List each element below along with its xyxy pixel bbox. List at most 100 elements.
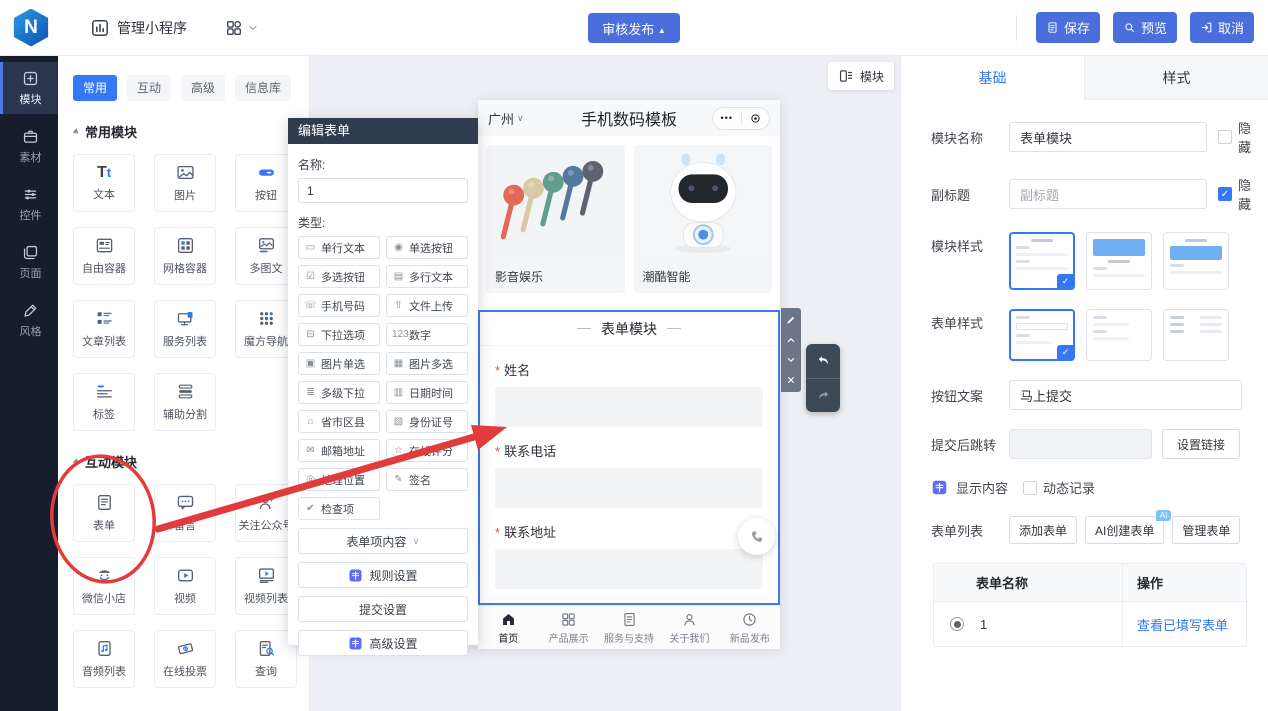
form-type-check-item[interactable]: ✔检查项	[298, 497, 380, 520]
edit-panel-button-2[interactable]: 提交设置	[298, 596, 468, 622]
cancel-button[interactable]: 取消	[1190, 12, 1254, 43]
module-card-audio-list[interactable]: 音频列表	[73, 630, 135, 688]
apps-grid-icon	[225, 19, 243, 37]
section-header-2[interactable]: 互动模块	[74, 452, 293, 471]
redirect-input[interactable]	[1009, 429, 1152, 459]
rail-item-module[interactable]: 模块	[0, 62, 58, 114]
subtitle-input[interactable]	[1009, 179, 1207, 209]
button-text-input[interactable]	[1009, 380, 1242, 410]
module-card-service-list[interactable]: 服务列表	[154, 300, 216, 358]
form-items-content-button[interactable]: 表单项内容∨	[298, 528, 468, 554]
rail-item-style[interactable]: 风格	[0, 294, 58, 346]
form-type-radio[interactable]: ◉单选按钮	[386, 236, 468, 259]
view-submissions-link[interactable]: 查看已填写表单	[1137, 615, 1228, 634]
save-button[interactable]: 保存	[1036, 12, 1100, 43]
location-selector[interactable]: 广州∨	[488, 109, 524, 128]
module-style-option-2[interactable]	[1086, 232, 1152, 290]
form-field-input-2[interactable]	[495, 468, 763, 508]
inspector-tab-2[interactable]: 样式	[1084, 56, 1268, 100]
edit-panel-button-3[interactable]: 高级设置	[298, 630, 468, 656]
form-list-button-3[interactable]: 管理表单	[1172, 516, 1240, 544]
module-panel-tab-2[interactable]: 互动	[127, 75, 171, 101]
rail-item-page[interactable]: 页面	[0, 236, 58, 288]
module-card-article-list[interactable]: 文章列表	[73, 300, 135, 358]
phone-tab-services[interactable]: 服务与支持	[599, 606, 659, 649]
undo-button[interactable]	[806, 344, 840, 378]
form-type-rating[interactable]: ☆在线评分	[386, 439, 468, 462]
phone-tab-products[interactable]: 产品展示	[538, 606, 598, 649]
form-style-option-3[interactable]	[1163, 309, 1229, 361]
form-type-single-text[interactable]: ▭单行文本	[298, 236, 380, 259]
module-panel-tab-4[interactable]: 信息库	[235, 75, 291, 101]
section-header-1[interactable]: 常用模块	[74, 122, 293, 141]
module-card-message[interactable]: 留言	[154, 484, 216, 542]
module-style-option-1[interactable]: ✓	[1009, 232, 1075, 290]
edit-module-button[interactable]	[781, 310, 801, 330]
form-module[interactable]: 表单模块 *姓名*联系电话*联系地址*咨询时间	[478, 310, 780, 605]
redo-button[interactable]	[806, 378, 840, 413]
form-name-input[interactable]	[298, 178, 468, 203]
module-card-image[interactable]: 图片	[154, 154, 216, 212]
form-type-signature[interactable]: ✎签名	[386, 468, 468, 491]
set-link-button[interactable]: 设置链接	[1162, 429, 1240, 459]
module-card-free-container[interactable]: 自由容器	[73, 227, 135, 285]
rail-item-control[interactable]: 控件	[0, 178, 58, 230]
module-panel-tab-1[interactable]: 常用	[73, 75, 117, 101]
preview-button[interactable]: 预览	[1113, 12, 1177, 43]
close-target-button[interactable]	[742, 112, 770, 125]
form-type-number[interactable]: 123数字	[386, 323, 468, 346]
form-type-email[interactable]: ✉邮箱地址	[298, 439, 380, 462]
module-card-vote[interactable]: 在线投票	[154, 630, 216, 688]
form-field-input-3[interactable]	[495, 549, 763, 589]
module-toggle-button[interactable]: 模块	[828, 62, 894, 90]
manage-miniprogram-button[interactable]: 管理小程序	[90, 18, 187, 38]
form-list-button-2[interactable]: AI创建表单AI	[1085, 516, 1164, 544]
phone-tab-release[interactable]: 新品发布	[720, 606, 780, 649]
contact-phone-button[interactable]	[738, 518, 775, 555]
form-type-datetime[interactable]: ▥日期时间	[386, 381, 468, 404]
dynamic-record-checkbox[interactable]	[1023, 481, 1037, 495]
form-type-phone-number[interactable]: ☏手机号码	[298, 294, 380, 317]
form-type-multi-text[interactable]: ▤多行文本	[386, 265, 468, 288]
move-down-button[interactable]	[781, 350, 801, 370]
form-type-image-radio[interactable]: ▣图片单选	[298, 352, 380, 375]
form-type-upload[interactable]: ⇧文件上传	[386, 294, 468, 317]
form-type-location[interactable]: ◎地理位置	[298, 468, 380, 491]
form-field-input-1[interactable]	[495, 387, 763, 427]
module-card-video[interactable]: 视频	[154, 557, 216, 615]
module-style-option-3[interactable]	[1163, 232, 1229, 290]
form-type-image-multi[interactable]: ▦图片多选	[386, 352, 468, 375]
module-panel-tab-3[interactable]: 高级	[181, 75, 225, 101]
phone-tab-home[interactable]: 首页	[478, 606, 538, 649]
form-type-region[interactable]: ⌂省市区县	[298, 410, 380, 433]
move-up-button[interactable]	[781, 330, 801, 350]
form-list-button-1[interactable]: 添加表单	[1009, 516, 1077, 544]
module-card-tag[interactable]: 标签	[73, 373, 135, 431]
form-type-id-card[interactable]: ▧身份证号	[386, 410, 468, 433]
product-card-audio[interactable]: 影音娱乐	[486, 145, 625, 293]
phone-tab-about[interactable]: 关于我们	[659, 606, 719, 649]
edit-panel-button-1[interactable]: 规则设置	[298, 562, 468, 588]
more-button[interactable]: •••	[713, 113, 741, 123]
publish-button[interactable]: 审核发布 ▲	[588, 13, 680, 43]
module-name-hide-checkbox[interactable]	[1218, 130, 1232, 144]
module-card-divider[interactable]: 辅助分割	[154, 373, 216, 431]
subtitle-hide-checkbox[interactable]: ✓	[1218, 187, 1232, 201]
form-type-checkbox[interactable]: ☑多选按钮	[298, 265, 380, 288]
module-card-grid-container[interactable]: 网格容器	[154, 227, 216, 285]
apps-menu-button[interactable]	[225, 19, 259, 37]
product-card-robot[interactable]: 潮酷智能	[634, 145, 773, 293]
form-style-option-1[interactable]: ✓	[1009, 309, 1075, 361]
inspector-tab-1[interactable]: 基础	[901, 56, 1084, 100]
module-card-text[interactable]: Tt文本	[73, 154, 135, 212]
module-card-wechat-shop[interactable]: 微信小店	[73, 557, 135, 615]
delete-module-button[interactable]	[781, 370, 801, 390]
rail-item-material[interactable]: 素材	[0, 120, 58, 172]
module-card-form[interactable]: 表单	[73, 484, 135, 542]
form-style-option-2[interactable]	[1086, 309, 1152, 361]
form-radio[interactable]	[950, 617, 964, 631]
form-type-cascade[interactable]: ≣多级下拉	[298, 381, 380, 404]
page-icon	[22, 244, 39, 261]
module-name-input[interactable]	[1009, 122, 1207, 152]
form-type-dropdown[interactable]: ⊟下拉选项	[298, 323, 380, 346]
